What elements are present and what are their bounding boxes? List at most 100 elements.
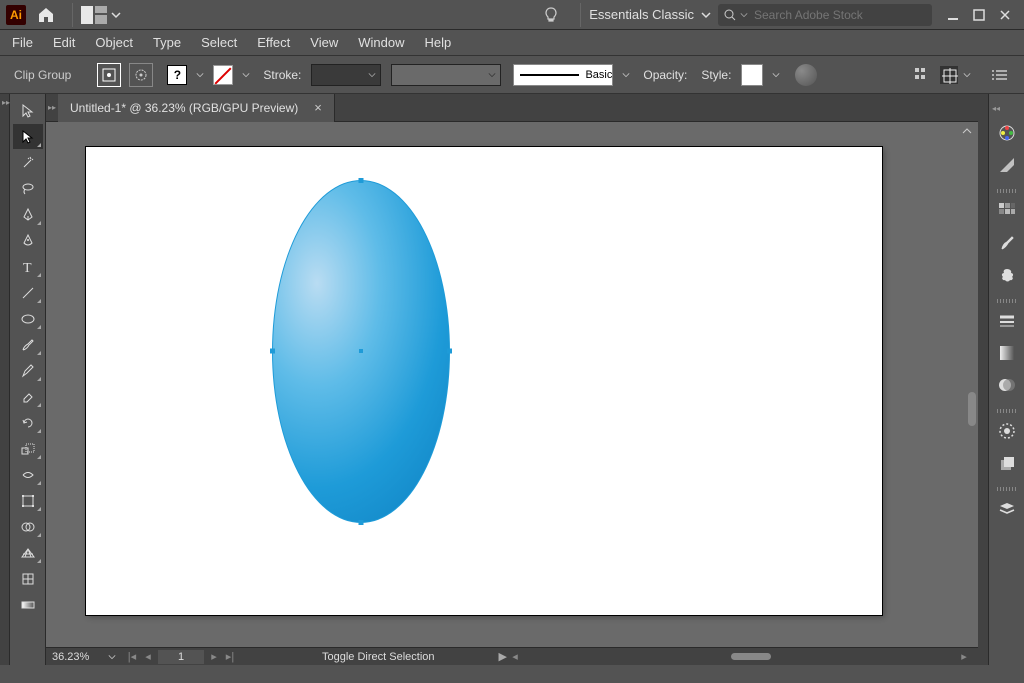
close-tab-icon[interactable]: ×: [314, 100, 322, 115]
brush-dropdown[interactable]: [619, 64, 633, 86]
search-input[interactable]: [752, 7, 926, 23]
width-tool[interactable]: [13, 462, 43, 487]
anchor-left[interactable]: [270, 349, 275, 354]
main-menu: File Edit Object Type Select Effect View…: [0, 30, 1024, 56]
align-button[interactable]: [914, 66, 932, 84]
search-stock[interactable]: [718, 4, 932, 26]
graphic-style-swatch[interactable]: [741, 64, 763, 86]
menu-help[interactable]: Help: [424, 35, 451, 50]
edit-clip-button[interactable]: [97, 63, 121, 87]
stroke-panel-icon[interactable]: [993, 307, 1021, 335]
style-dropdown[interactable]: [769, 64, 783, 86]
fill-swatch[interactable]: ?: [167, 65, 187, 85]
anchor-top[interactable]: [359, 178, 364, 183]
learn-icon[interactable]: [540, 4, 562, 26]
eraser-tool[interactable]: [13, 384, 43, 409]
layers-panel-icon[interactable]: [993, 495, 1021, 523]
menu-object[interactable]: Object: [95, 35, 133, 50]
lasso-tool[interactable]: [13, 176, 43, 201]
tab-list-button[interactable]: ▸▸: [46, 103, 58, 112]
pencil-tool[interactable]: [13, 358, 43, 383]
first-artboard-button[interactable]: |◂: [124, 650, 140, 663]
menu-window[interactable]: Window: [358, 35, 404, 50]
brushes-panel-icon[interactable]: [993, 229, 1021, 257]
stroke-dropdown[interactable]: [239, 64, 253, 86]
recolor-artwork-button[interactable]: [795, 64, 817, 86]
pen-tool[interactable]: [13, 202, 43, 227]
shape-builder-tool[interactable]: [13, 514, 43, 539]
free-transform-tool[interactable]: [13, 488, 43, 513]
hscroll-left[interactable]: ◂: [507, 650, 523, 663]
symbols-panel-icon[interactable]: [993, 261, 1021, 289]
type-tool[interactable]: T: [13, 254, 43, 279]
anchor-right[interactable]: [447, 349, 452, 354]
document-tab[interactable]: Untitled-1* @ 36.23% (RGB/GPU Preview) ×: [58, 94, 335, 122]
gradient-tool[interactable]: [13, 592, 43, 617]
selection-type-label: Clip Group: [14, 68, 71, 82]
scale-tool[interactable]: [13, 436, 43, 461]
transform-dropdown[interactable]: [960, 64, 974, 86]
rotate-tool[interactable]: [13, 410, 43, 435]
magic-wand-tool[interactable]: [13, 150, 43, 175]
anchor-center[interactable]: [359, 349, 363, 353]
line-segment-tool[interactable]: [13, 280, 43, 305]
vertical-scrollbar[interactable]: [964, 142, 978, 643]
status-bar: 36.23% |◂ ◂ 1 ▸ ▸| Toggle Direct Selecti…: [46, 647, 978, 665]
menu-edit[interactable]: Edit: [53, 35, 75, 50]
hscroll-right[interactable]: ▸: [956, 650, 972, 663]
app-logo: Ai: [6, 5, 26, 25]
menu-view[interactable]: View: [310, 35, 338, 50]
perspective-grid-tool[interactable]: [13, 540, 43, 565]
maximize-button[interactable]: [970, 6, 988, 24]
arrange-documents-dropdown[interactable]: [111, 10, 121, 20]
transparency-panel-icon[interactable]: [993, 371, 1021, 399]
stroke-swatch[interactable]: [213, 65, 233, 85]
panel-menu-icon[interactable]: [990, 65, 1010, 85]
mesh-tool[interactable]: [13, 566, 43, 591]
direct-selection-tool[interactable]: [13, 124, 43, 149]
artboard[interactable]: [86, 147, 882, 615]
graphic-styles-panel-icon[interactable]: [993, 449, 1021, 477]
curvature-tool[interactable]: [13, 228, 43, 253]
document-tab-title: Untitled-1* @ 36.23% (RGB/GPU Preview): [70, 101, 298, 115]
svg-text:T: T: [23, 261, 32, 275]
brush-definition[interactable]: Basic: [513, 64, 613, 86]
arrange-documents-button[interactable]: [81, 6, 107, 24]
rectangle-tool[interactable]: [13, 306, 43, 331]
stroke-label: Stroke:: [263, 68, 301, 82]
right-dock-collapse[interactable]: [978, 94, 988, 665]
scroll-up-arrow[interactable]: [962, 126, 972, 136]
menu-file[interactable]: File: [12, 35, 33, 50]
zoom-dropdown[interactable]: [108, 653, 124, 661]
swatches-panel-icon[interactable]: [993, 197, 1021, 225]
menu-effect[interactable]: Effect: [257, 35, 290, 50]
zoom-level[interactable]: 36.23%: [46, 651, 108, 663]
workspace-switcher[interactable]: Essentials Classic: [589, 7, 712, 22]
edit-contents-button[interactable]: [129, 63, 153, 87]
paintbrush-tool[interactable]: [13, 332, 43, 357]
ellipse-shape[interactable]: [272, 180, 450, 523]
transform-button[interactable]: [940, 66, 958, 84]
fill-dropdown[interactable]: [193, 64, 207, 86]
left-dock-collapse[interactable]: ▸▸: [0, 94, 10, 665]
horizontal-scrollbar[interactable]: [531, 652, 948, 662]
canvas[interactable]: [46, 122, 978, 647]
home-button[interactable]: [34, 3, 58, 27]
last-artboard-button[interactable]: ▸|: [222, 650, 238, 663]
anchor-bottom[interactable]: [359, 520, 364, 525]
artboard-number[interactable]: 1: [158, 650, 204, 664]
selection-tool[interactable]: [13, 98, 43, 123]
menu-type[interactable]: Type: [153, 35, 181, 50]
next-artboard-button[interactable]: ▸: [206, 650, 222, 663]
close-button[interactable]: [996, 6, 1014, 24]
gradient-panel-icon[interactable]: [993, 339, 1021, 367]
minimize-button[interactable]: [944, 6, 962, 24]
color-guide-panel-icon[interactable]: [993, 151, 1021, 179]
variable-width-profile[interactable]: [391, 64, 501, 86]
prev-artboard-button[interactable]: ◂: [140, 650, 156, 663]
stroke-weight-field[interactable]: [311, 64, 381, 86]
menu-select[interactable]: Select: [201, 35, 237, 50]
appearance-panel-icon[interactable]: [993, 417, 1021, 445]
status-dropdown[interactable]: ▶: [499, 650, 507, 663]
color-panel-icon[interactable]: [993, 119, 1021, 147]
